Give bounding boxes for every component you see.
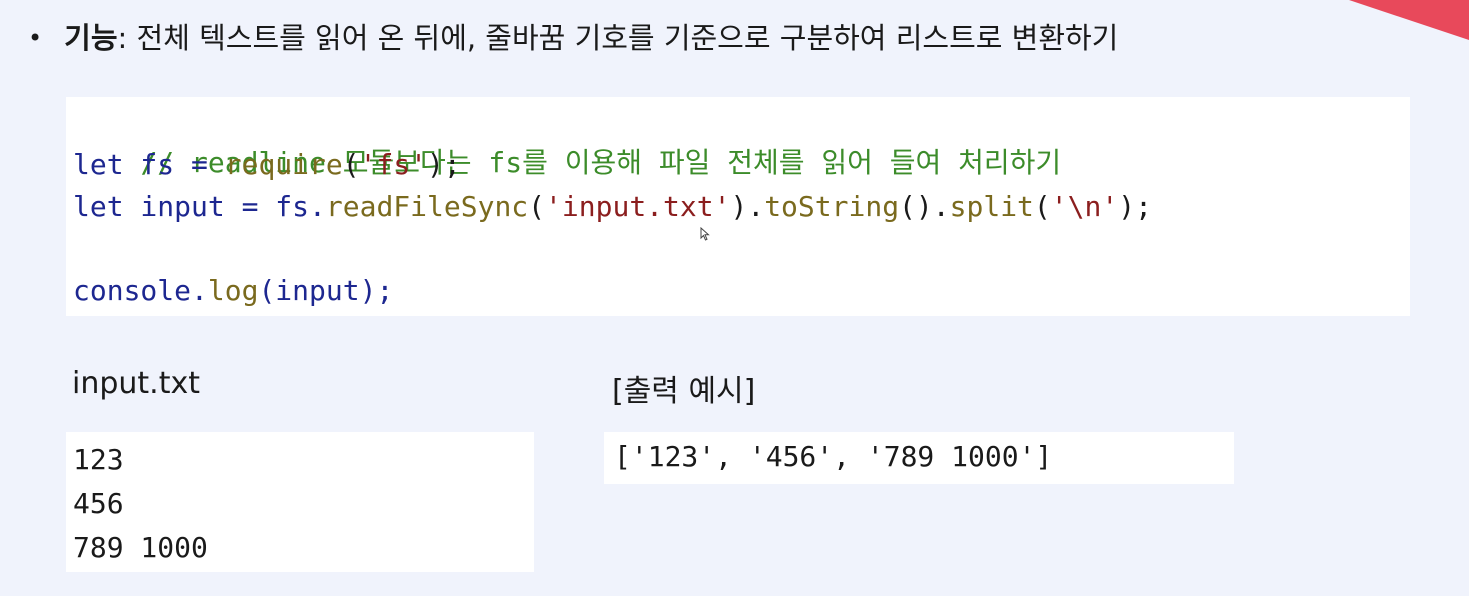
string-literal: '\n' xyxy=(1050,190,1119,223)
code-punctuation: ( xyxy=(528,190,546,223)
code-punctuation: (). xyxy=(899,190,950,223)
feature-description: : 전체 텍스트를 읽어 온 뒤에, 줄바꿈 기호를 기준으로 구분하여 리스트… xyxy=(117,21,1119,55)
mouse-cursor-icon xyxy=(700,227,710,241)
code-punctuation: ); xyxy=(427,148,461,181)
input-line: 456 xyxy=(73,487,124,520)
function-name: toString xyxy=(764,190,900,223)
code-line-console: console.log(input); xyxy=(73,271,393,311)
code-text: fs = xyxy=(123,148,225,181)
input-file-label: input.txt xyxy=(72,366,200,401)
bullet-icon: • xyxy=(28,24,43,52)
code-punctuation: ( xyxy=(342,148,360,181)
code-text: (input); xyxy=(258,274,394,307)
function-name: split xyxy=(949,190,1034,223)
output-example-label: [출력 예시] xyxy=(612,374,756,409)
keyword-let: let xyxy=(73,190,124,223)
input-file-content: 123 456 789 1000 xyxy=(66,432,534,572)
string-literal: 'input.txt' xyxy=(545,190,731,223)
feature-label: 기능 xyxy=(64,21,118,55)
code-line-readfile: let input = fs.readFileSync('input.txt')… xyxy=(73,187,1152,227)
code-line-require: let fs = require('fs'); xyxy=(73,145,461,185)
function-name: readFileSync xyxy=(325,190,529,223)
output-example-content: ['123', '456', '789 1000'] xyxy=(604,432,1234,484)
code-text: console. xyxy=(73,274,208,307)
code-block: // readline 모듈보다는 fs를 이용해 파일 전체를 읽어 들여 처… xyxy=(66,97,1410,316)
input-line: 123 xyxy=(73,443,124,476)
corner-triangle-decoration xyxy=(1349,0,1469,40)
output-value: ['123', '456', '789 1000'] xyxy=(614,440,1053,473)
code-text: input = fs. xyxy=(123,190,326,223)
function-name: log xyxy=(207,274,259,307)
input-line: 789 1000 xyxy=(73,531,208,564)
code-punctuation: ); xyxy=(1118,190,1152,223)
code-punctuation: ). xyxy=(730,190,765,223)
string-literal: 'fs' xyxy=(359,148,428,181)
function-name: require xyxy=(224,148,343,181)
feature-bullet: • 기능: 전체 텍스트를 읽어 온 뒤에, 줄바꿈 기호를 기준으로 구분하여 … xyxy=(28,16,1118,60)
keyword-let: let xyxy=(73,148,124,181)
code-punctuation: ( xyxy=(1033,190,1051,223)
